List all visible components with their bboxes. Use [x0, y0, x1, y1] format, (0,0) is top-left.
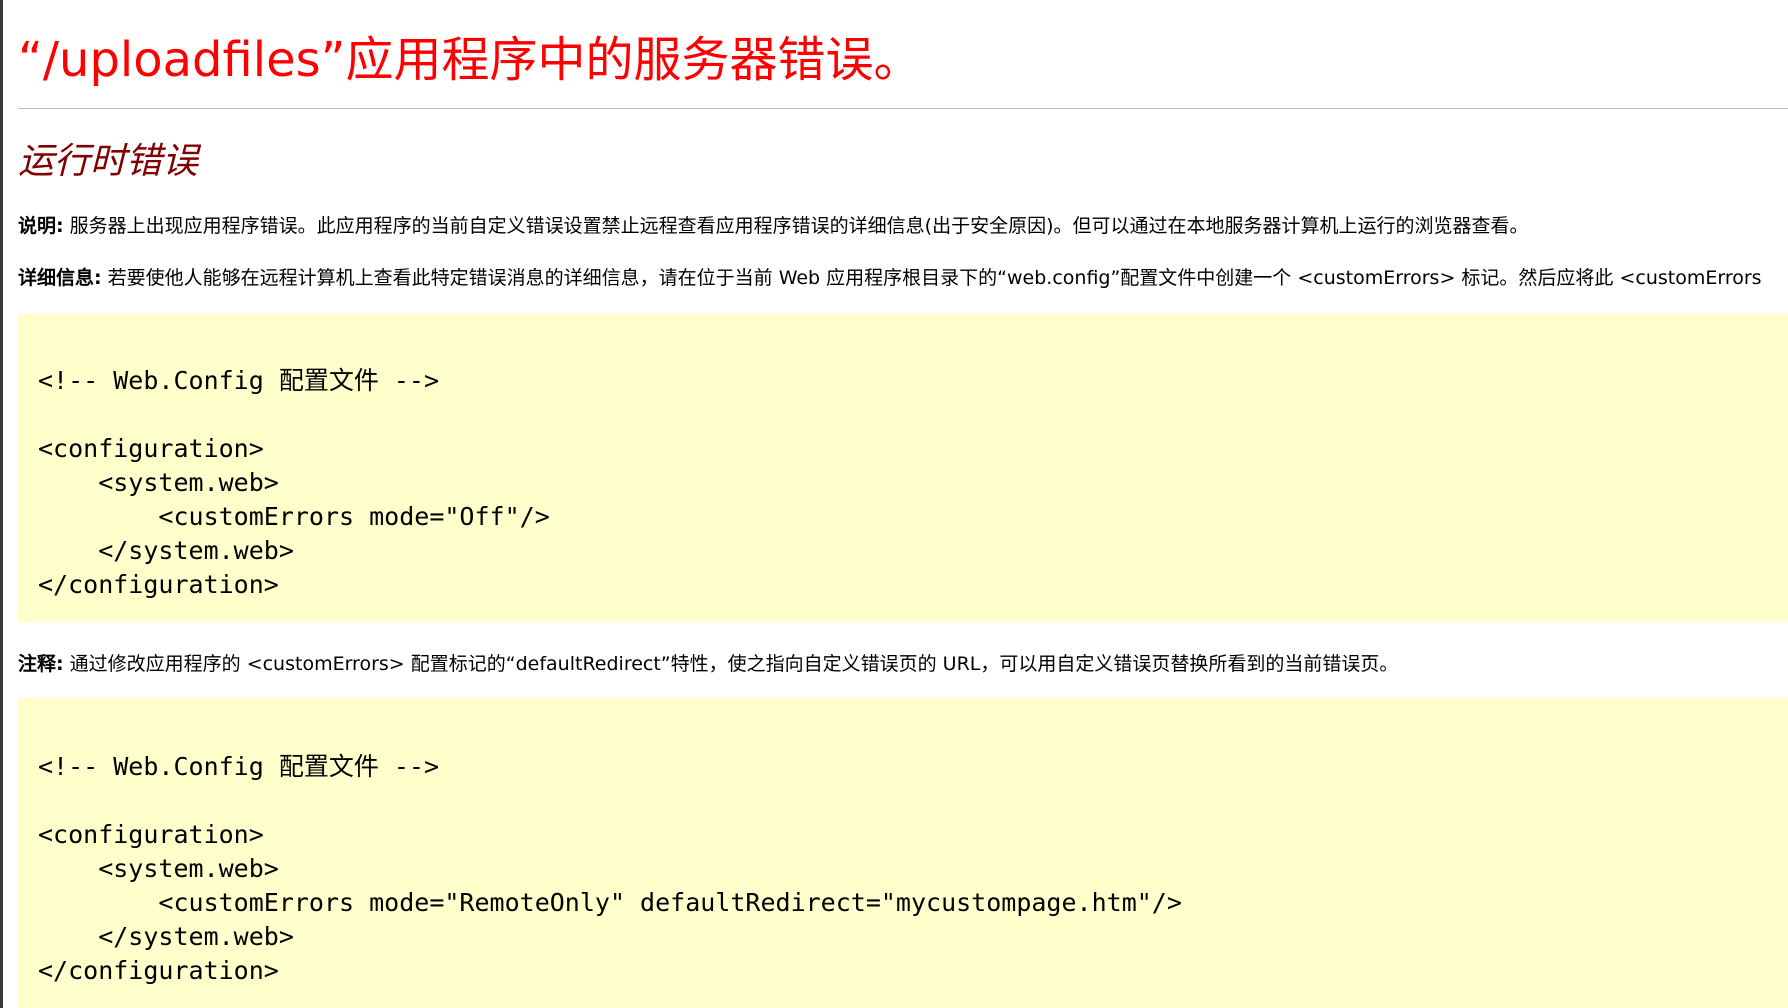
- page-title: “/uploadfiles”应用程序中的服务器错误。: [18, 32, 922, 88]
- note-paragraph: 注释: 通过修改应用程序的 <customErrors> 配置标记的“defau…: [18, 650, 1398, 678]
- note-label: 注释:: [18, 653, 64, 675]
- window-left-border: [0, 0, 3, 1008]
- error-type-heading: 运行时错误: [18, 141, 199, 182]
- config-code-box-remoteonly: <!-- Web.Config 配置文件 --> <configuration>…: [18, 698, 1788, 1008]
- config-code-remoteonly: <!-- Web.Config 配置文件 --> <configuration>…: [38, 752, 1182, 985]
- note-text: 通过修改应用程序的 <customErrors> 配置标记的“defaultRe…: [63, 653, 1399, 675]
- details-paragraph: 详细信息: 若要使他人能够在远程计算机上查看此特定错误消息的详细信息，请在位于当…: [18, 264, 1762, 292]
- details-label: 详细信息:: [18, 267, 102, 289]
- description-paragraph: 说明: 服务器上出现应用程序错误。此应用程序的当前自定义错误设置禁止远程查看应用…: [18, 212, 1528, 240]
- description-text: 服务器上出现应用程序错误。此应用程序的当前自定义错误设置禁止远程查看应用程序错误…: [63, 215, 1529, 237]
- config-code-box-off: <!-- Web.Config 配置文件 --> <configuration>…: [18, 314, 1788, 622]
- title-divider: [18, 108, 1788, 109]
- details-text: 若要使他人能够在远程计算机上查看此特定错误消息的详细信息，请在位于当前 Web …: [101, 267, 1762, 289]
- error-page: “/uploadfiles”应用程序中的服务器错误。 运行时错误 说明: 服务器…: [18, 0, 1788, 1008]
- description-label: 说明:: [18, 215, 64, 237]
- config-code-off: <!-- Web.Config 配置文件 --> <configuration>…: [38, 366, 550, 599]
